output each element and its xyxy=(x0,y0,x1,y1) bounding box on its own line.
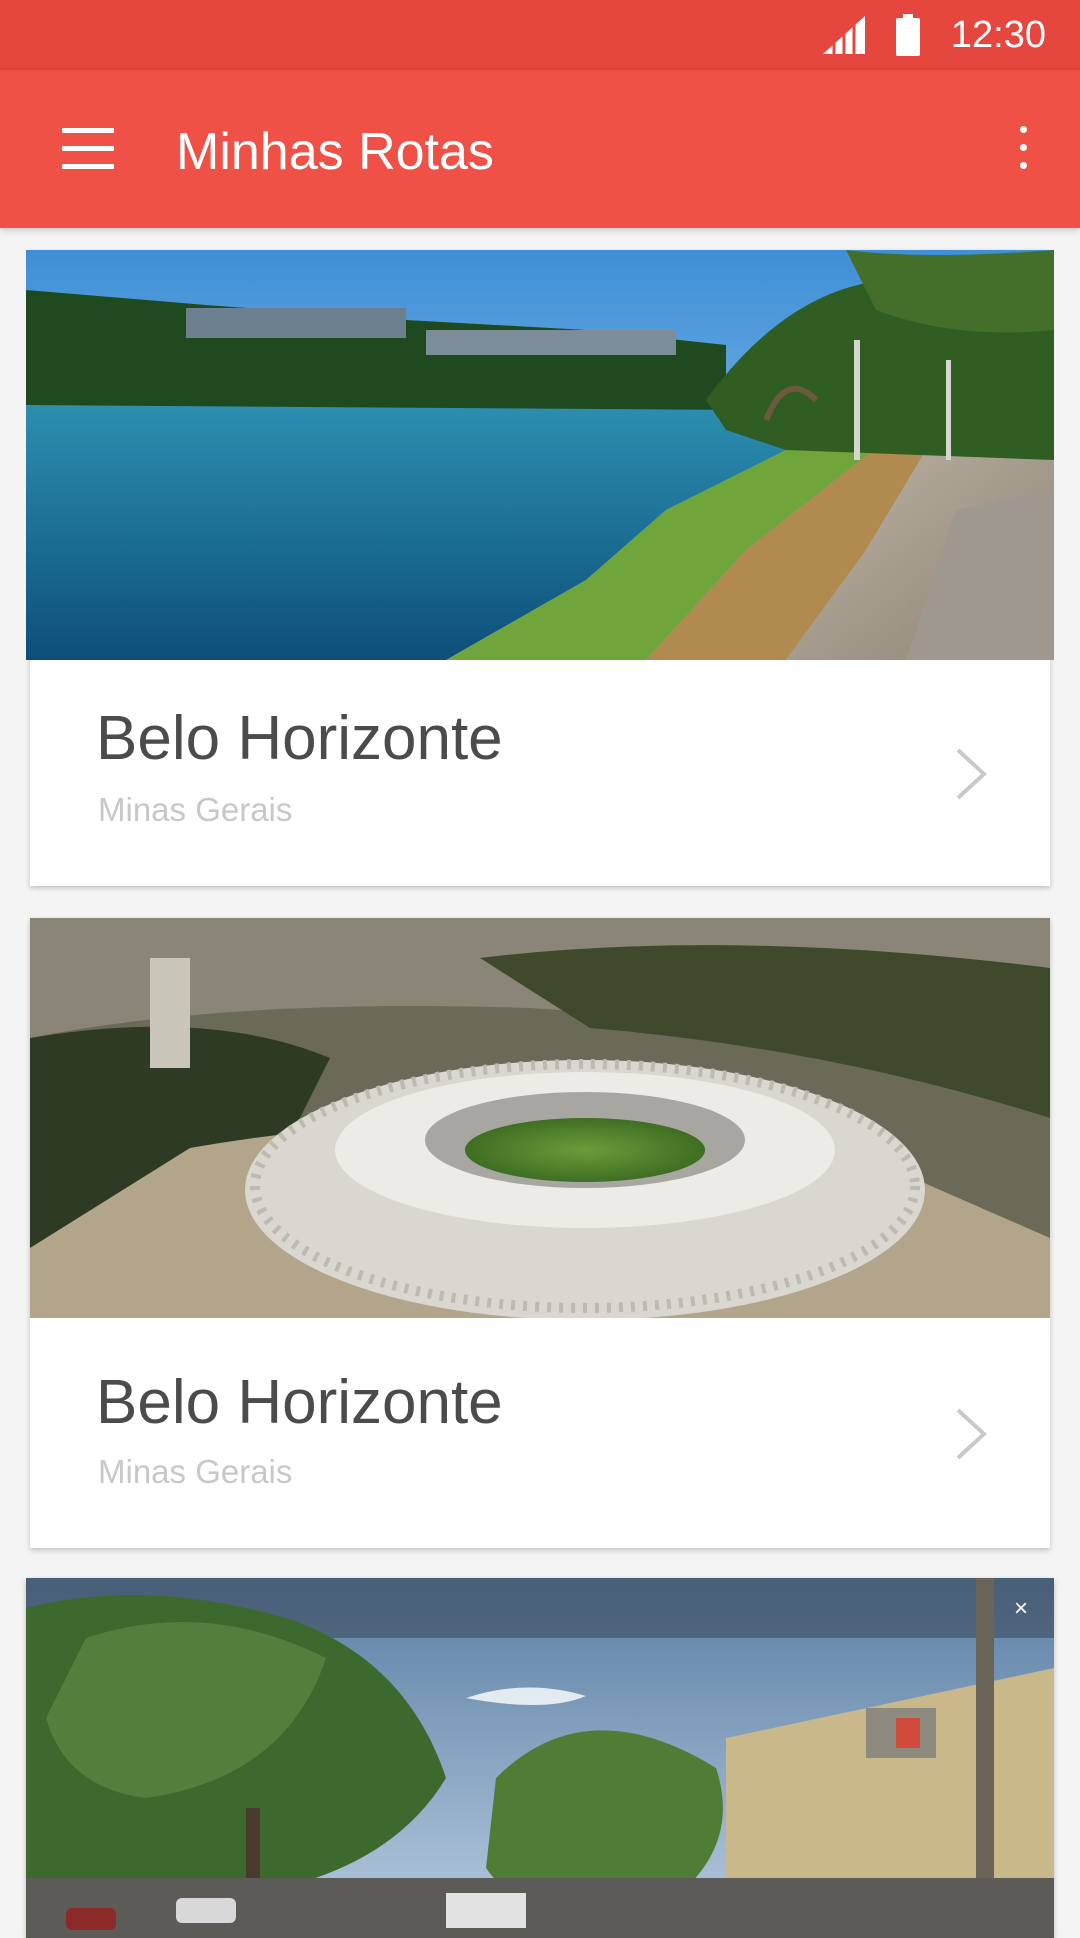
route-card[interactable]: × xyxy=(26,1578,1054,1938)
status-bar: 12:30 xyxy=(0,0,1080,70)
chevron-right-icon[interactable] xyxy=(954,1406,988,1462)
chevron-right-icon[interactable] xyxy=(954,746,988,802)
page-title: Minhas Rotas xyxy=(176,123,494,181)
signal-icon xyxy=(822,14,865,56)
mineirao-stadium-photo xyxy=(30,918,1050,1318)
close-icon[interactable]: × xyxy=(1008,1596,1034,1622)
route-card[interactable]: Belo Horizonte Minas Gerais xyxy=(30,918,1050,1548)
card-subtitle: Minas Gerais xyxy=(98,1453,293,1490)
card-subtitle: Minas Gerais xyxy=(98,791,293,828)
lake-pampulha-photo xyxy=(26,250,1054,660)
street-view-photo xyxy=(26,1578,1054,1938)
status-icons: 12:30 xyxy=(821,14,1046,56)
battery-icon xyxy=(895,14,920,56)
card-title: Belo Horizonte xyxy=(96,704,503,773)
status-time: 12:30 xyxy=(950,14,1046,56)
overflow-menu-icon[interactable] xyxy=(1020,126,1030,172)
card-title: Belo Horizonte xyxy=(96,1368,503,1437)
app-bar: Minhas Rotas xyxy=(0,70,1080,228)
route-card[interactable]: Belo Horizonte Minas Gerais xyxy=(26,250,1054,886)
menu-icon[interactable] xyxy=(62,128,114,170)
